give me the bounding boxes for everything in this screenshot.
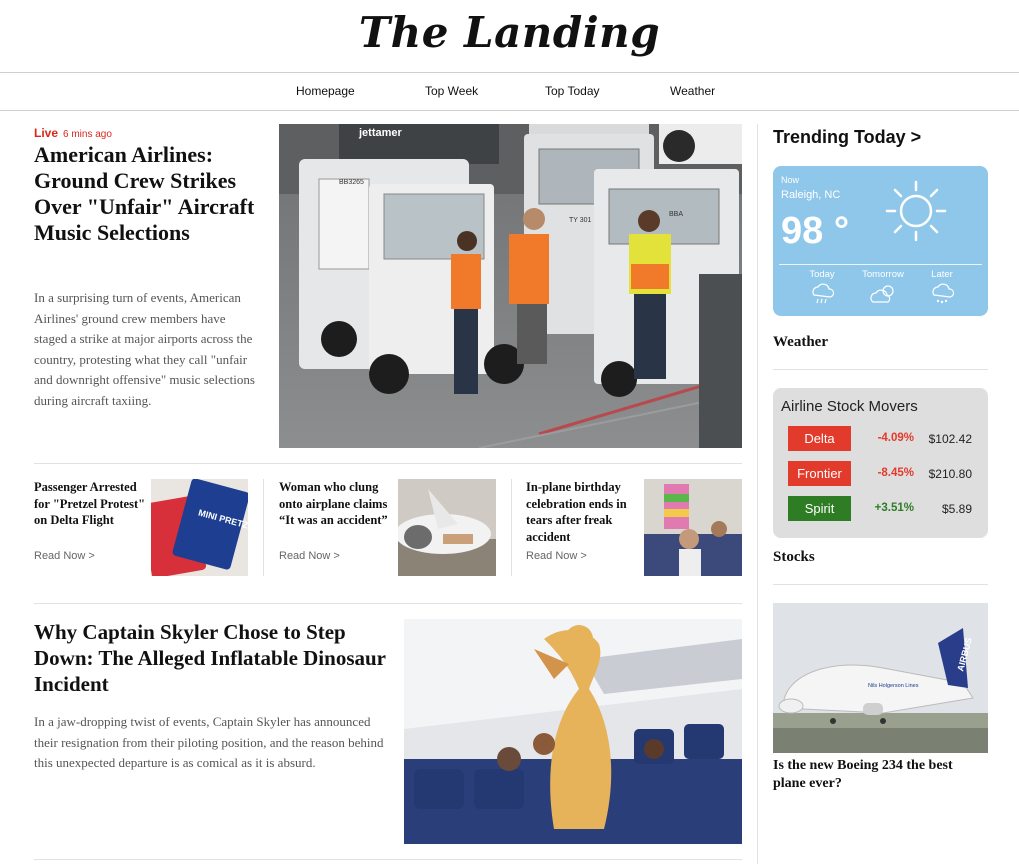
- stock-movers-title: Airline Stock Movers: [781, 398, 918, 415]
- hero-image-tug3-label: BBA: [669, 211, 683, 218]
- divider: [263, 479, 264, 576]
- stock-delta-button[interactable]: Delta: [788, 426, 851, 451]
- story-pretzel-read-now[interactable]: Read Now >: [34, 550, 95, 562]
- stock-spirit-change: +3.51%: [874, 502, 914, 514]
- plane-story-image[interactable]: AIRBUS Nils Holgerson Lines: [773, 603, 988, 753]
- hero-image[interactable]: jettamer BB3265 TY 301 BBA: [279, 124, 742, 448]
- trending-today-link[interactable]: Trending Today >: [773, 127, 921, 148]
- story-birthday-read-now[interactable]: Read Now >: [526, 550, 587, 562]
- hero-headline[interactable]: American Airlines: Ground Crew Strikes O…: [34, 142, 264, 246]
- divider: [34, 603, 742, 604]
- stock-delta-change: -4.09%: [877, 432, 914, 444]
- weather-temperature: 98 °: [781, 210, 850, 252]
- stock-frontier-change: -8.45%: [877, 467, 914, 479]
- plane-livery-label: Nils Holgerson Lines: [868, 683, 919, 689]
- stock-delta-price: $102.42: [928, 432, 972, 446]
- stock-frontier-price: $210.80: [928, 467, 972, 481]
- stock-frontier-button[interactable]: Frontier: [788, 461, 851, 486]
- stock-movers-widget: Airline Stock Movers Delta -4.09% $102.4…: [773, 388, 988, 538]
- story-clung-image[interactable]: [398, 479, 496, 576]
- nav-homepage[interactable]: Homepage: [296, 84, 355, 98]
- divider: [34, 463, 742, 464]
- story-pretzel-image[interactable]: MINI PRETZEL: [151, 479, 248, 576]
- stock-spirit-button[interactable]: Spirit: [788, 496, 851, 521]
- hero-summary: In a surprising turn of events, American…: [34, 290, 255, 408]
- live-indicator: Live 6 mins ago: [34, 126, 112, 140]
- partly-cloudy-icon: [853, 283, 913, 305]
- story-clung-read-now[interactable]: Read Now >: [279, 550, 340, 562]
- main-nav: Homepage Top Week Top Today Weather: [0, 72, 1019, 111]
- weather-heading[interactable]: Weather: [773, 334, 828, 351]
- stock-spirit-price: $5.89: [941, 502, 972, 516]
- site-logo[interactable]: The Landing: [0, 8, 1019, 57]
- nav-top-week[interactable]: Top Week: [425, 84, 478, 98]
- divider: [773, 369, 988, 370]
- divider: [511, 479, 512, 576]
- feature-headline[interactable]: Why Captain Skyler Chose to Step Down: T…: [34, 619, 394, 697]
- sun-icon: [885, 180, 947, 242]
- rain-icon: [792, 283, 852, 305]
- weather-location: Raleigh, NC: [781, 189, 841, 201]
- forecast-tomorrow-label: Tomorrow: [862, 269, 904, 280]
- live-label: Live: [34, 126, 59, 140]
- masthead: The Landing: [0, 0, 1019, 72]
- weather-now-label: Now: [781, 175, 800, 185]
- forecast-later-label: Later: [931, 269, 953, 280]
- feature-image[interactable]: [404, 619, 742, 844]
- time-ago: 6 mins ago: [63, 129, 112, 140]
- hero-image-jet-label: jettamer: [358, 127, 403, 139]
- hero-image-tug2-label: TY 301: [569, 217, 592, 224]
- story-birthday-image[interactable]: [644, 479, 742, 576]
- forecast-today-label: Today: [809, 269, 835, 280]
- sidebar-divider: [757, 124, 758, 864]
- feature-summary: In a jaw-dropping twist of events, Capta…: [34, 714, 384, 770]
- divider: [773, 584, 988, 585]
- story-pretzel-title[interactable]: Passenger Arrested for "Pretzel Protest"…: [34, 479, 146, 529]
- nav-top-today[interactable]: Top Today: [545, 84, 600, 98]
- nav-weather[interactable]: Weather: [670, 84, 715, 98]
- weather-separator: [779, 264, 982, 265]
- story-clung-title[interactable]: Woman who clung onto airplane claims “It…: [279, 479, 391, 529]
- snow-icon: [912, 283, 972, 305]
- hero-image-tug1-label: BB3265: [339, 179, 364, 186]
- divider: [34, 859, 742, 860]
- stocks-heading[interactable]: Stocks: [773, 549, 815, 566]
- story-birthday-title[interactable]: In-plane birthday celebration ends in te…: [526, 479, 638, 545]
- plane-story-title[interactable]: Is the new Boeing 234 the best plane eve…: [773, 757, 988, 793]
- weather-widget[interactable]: Now Raleigh, NC 98 ° Today Tomorrow Late…: [773, 166, 988, 316]
